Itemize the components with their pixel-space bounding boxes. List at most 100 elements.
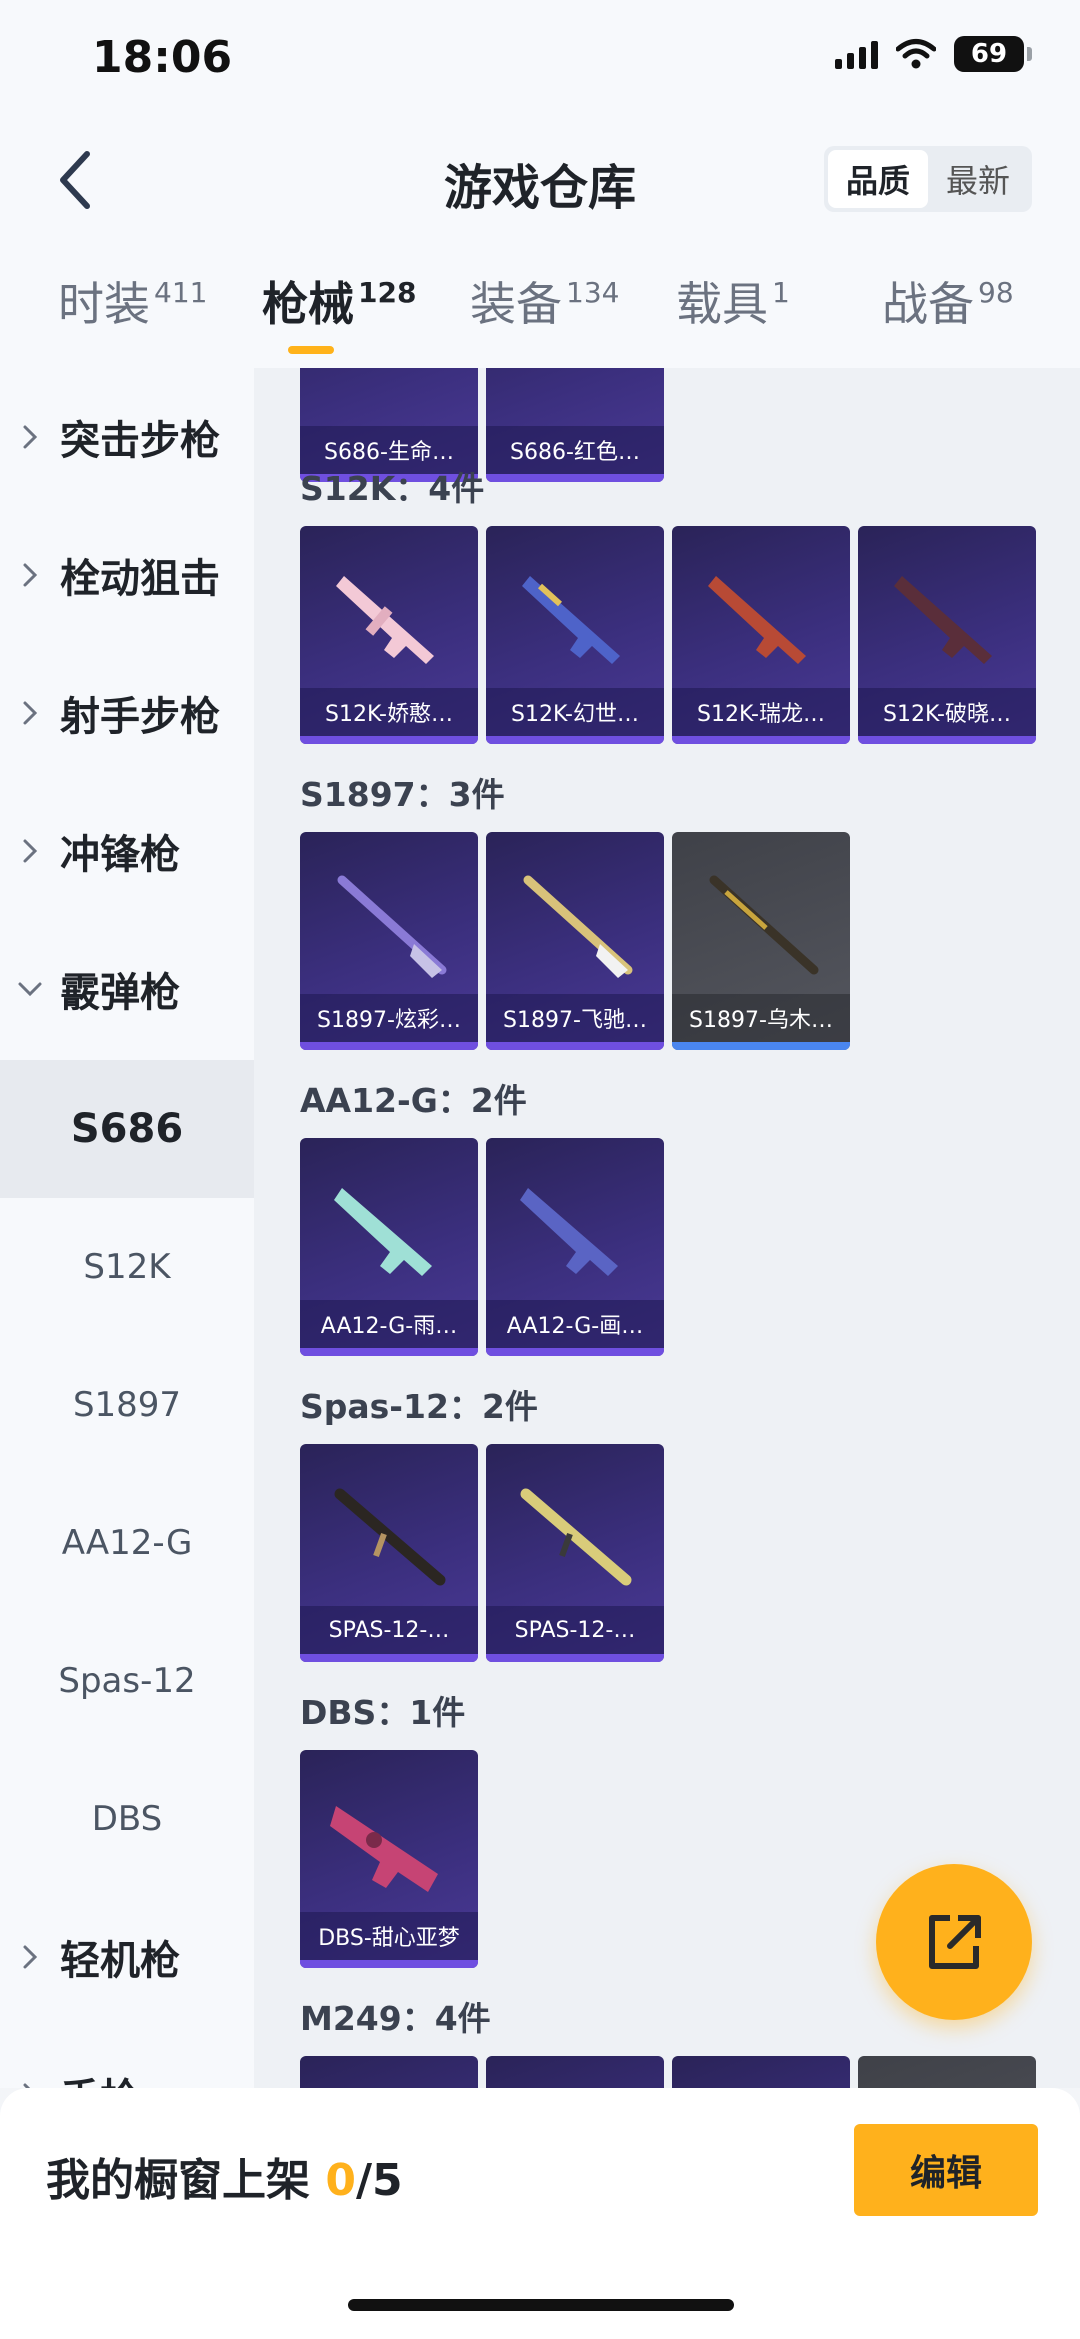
cellular-signal-icon — [835, 39, 878, 69]
item-card[interactable]: S686-红色… — [486, 368, 664, 482]
sidebar-item-label: 射手步枪 — [60, 694, 220, 740]
item-card[interactable] — [300, 2056, 478, 2088]
tab-equipment[interactable]: 装备 134 — [470, 268, 619, 334]
chevron-down-icon — [0, 981, 60, 997]
item-name: DBS-甜心亚梦 — [300, 1912, 478, 1960]
shotgun-skin-pink-icon — [330, 1806, 438, 1892]
group-title: Spas-12：2件 — [300, 1387, 538, 1426]
group-title: AA12-G：2件 — [300, 1081, 527, 1120]
item-card[interactable]: S12K-幻世… — [486, 526, 664, 744]
wifi-icon — [896, 39, 936, 69]
item-card[interactable] — [858, 2056, 1036, 2088]
status-bar: 18:06 69 — [0, 0, 1080, 120]
tab-firearms[interactable]: 枪械 128 — [262, 268, 416, 334]
group-title: M249：4件 — [300, 1999, 491, 2038]
item-card[interactable]: AA12-G-雨… — [300, 1138, 478, 1356]
item-name: S1897-飞驰… — [486, 994, 664, 1042]
tab-count: 411 — [154, 276, 208, 309]
item-card[interactable]: S1897-乌木… — [672, 832, 850, 1050]
status-icons: 69 — [835, 36, 1032, 72]
item-name: S12K-瑞龙… — [672, 688, 850, 736]
item-name: S12K-幻世… — [486, 688, 664, 736]
sidebar-item-marksman-rifle[interactable]: 射手步枪 — [0, 644, 254, 782]
sidebar-item-smg[interactable]: 冲锋枪 — [0, 782, 254, 920]
tab-label: 枪械 — [262, 277, 354, 331]
shotgun-skin-ebony-icon — [709, 875, 819, 975]
shotgun-skin-black-icon — [334, 1488, 446, 1586]
sidebar-item-assault-rifle[interactable]: 突击步枪 — [0, 368, 254, 506]
sort-newest-button[interactable]: 最新 — [928, 150, 1028, 208]
group-title: S1897：3件 — [300, 775, 505, 814]
sidebar-sub-s686[interactable]: S686 — [0, 1060, 254, 1198]
item-card[interactable]: S1897-飞驰… — [486, 832, 664, 1050]
share-external-icon — [929, 1915, 981, 1969]
item-card[interactable]: SPAS-12-… — [486, 1444, 664, 1662]
item-grid: S686-生命… S686-红色… S12K：4件 S12K-娇憨… S12K-… — [254, 368, 1080, 2088]
shotgun-skin-gold-icon — [523, 875, 633, 978]
sidebar-sub-aa12g[interactable]: AA12-G — [0, 1474, 254, 1612]
auto-shotgun-skin-mint-icon — [334, 1188, 432, 1276]
shotgun-skin-yellow-icon — [520, 1488, 632, 1586]
chevron-right-icon — [0, 1944, 60, 1970]
sort-quality-button[interactable]: 品质 — [828, 150, 928, 208]
chevron-right-icon — [0, 562, 60, 588]
chevron-right-icon — [0, 700, 60, 726]
sidebar-item-label: 霰弹枪 — [60, 970, 180, 1016]
group-title: DBS：1件 — [300, 1693, 466, 1732]
tab-label: 战备 — [882, 277, 974, 331]
tab-label: 装备 — [470, 277, 562, 331]
item-card[interactable]: S12K-娇憨… — [300, 526, 478, 744]
sidebar-item-lmg[interactable]: 轻机枪 — [0, 1888, 254, 2026]
item-card[interactable]: DBS-甜心亚梦 — [300, 1750, 478, 1968]
tab-count: 128 — [358, 276, 417, 309]
item-card[interactable]: AA12-G-画… — [486, 1138, 664, 1356]
sidebar-sub-dbs[interactable]: DBS — [0, 1750, 254, 1888]
tab-count: 134 — [566, 276, 620, 309]
header: 游戏仓库 品质 最新 — [0, 120, 1080, 238]
sidebar-sub-spas12[interactable]: Spas-12 — [0, 1612, 254, 1750]
sidebar-sub-s12k[interactable]: S12K — [0, 1198, 254, 1336]
item-name: S12K-破晓… — [858, 688, 1036, 736]
sidebar-item-label: 轻机枪 — [60, 1938, 180, 1984]
tab-vehicles[interactable]: 载具 1 — [676, 268, 790, 334]
tab-count: 1 — [772, 276, 790, 309]
item-name: S12K-娇憨… — [300, 688, 478, 736]
item-card[interactable]: S1897-炫彩… — [300, 832, 478, 1050]
item-card[interactable]: SPAS-12-… — [300, 1444, 478, 1662]
sidebar-item-bolt-sniper[interactable]: 栓动狙击 — [0, 506, 254, 644]
sidebar-item-shotgun[interactable]: 霰弹枪 — [0, 920, 254, 1058]
showcase-status: 我的橱窗上架 0/5 — [46, 2144, 403, 2208]
showcase-total: /5 — [355, 2155, 403, 2206]
sidebar-item-label: 栓动狙击 — [60, 556, 220, 602]
tab-label: 载具 — [676, 277, 768, 331]
item-name: S686-红色… — [486, 426, 664, 474]
tab-count: 98 — [978, 276, 1014, 309]
showcase-count: 0 — [325, 2155, 356, 2206]
item-name: S1897-乌木… — [672, 994, 850, 1042]
rifle-skin-blue-icon — [522, 576, 620, 664]
sidebar-sub-s1897[interactable]: S1897 — [0, 1336, 254, 1474]
item-card[interactable]: S12K-破晓… — [858, 526, 1036, 744]
share-button[interactable] — [876, 1864, 1032, 2020]
sort-toggle: 品质 最新 — [824, 146, 1032, 212]
group-title: S12K：4件 — [300, 469, 485, 508]
item-name: AA12-G-画… — [486, 1300, 664, 1348]
showcase-label: 我的橱窗上架 — [46, 2155, 326, 2206]
status-time: 18:06 — [92, 32, 233, 83]
tab-fashion[interactable]: 时装 411 — [58, 268, 207, 334]
item-card[interactable]: S12K-瑞龙… — [672, 526, 850, 744]
item-card[interactable] — [672, 2056, 850, 2088]
item-name: SPAS-12-… — [486, 1606, 664, 1654]
chevron-right-icon — [0, 838, 60, 864]
home-indicator[interactable] — [348, 2299, 734, 2311]
auto-shotgun-skin-blue-icon — [520, 1188, 618, 1276]
chevron-right-icon — [0, 424, 60, 450]
edit-button[interactable]: 编辑 — [854, 2124, 1038, 2216]
tab-label: 时装 — [58, 277, 150, 331]
tab-supplies[interactable]: 战备 98 — [882, 268, 1014, 334]
showcase-bar: 我的橱窗上架 0/5 编辑 — [0, 2088, 1080, 2339]
sidebar-item-pistol[interactable]: 手枪 — [0, 2026, 254, 2088]
active-tab-indicator — [288, 346, 334, 354]
item-name: AA12-G-雨… — [300, 1300, 478, 1348]
item-card[interactable] — [486, 2056, 664, 2088]
